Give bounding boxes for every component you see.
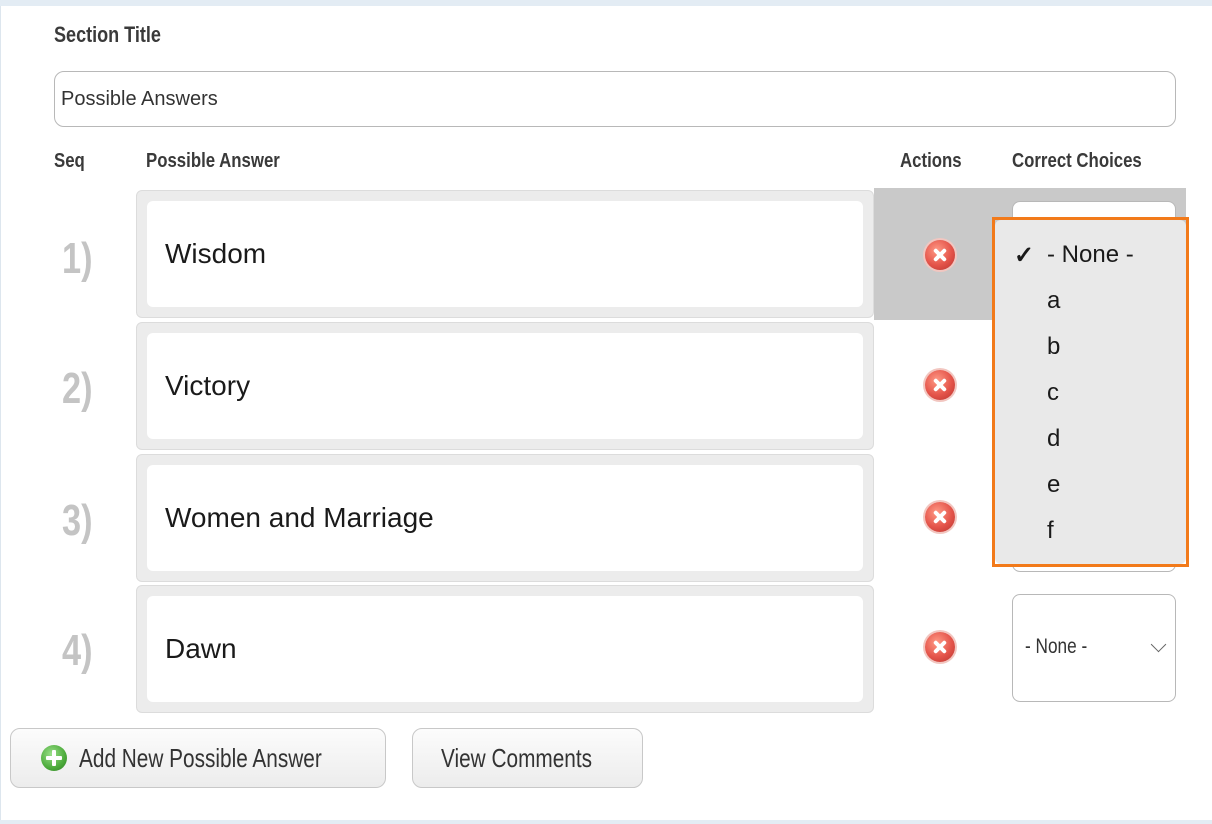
seq-number: 3) xyxy=(62,496,93,545)
seq-number: 2) xyxy=(62,364,93,413)
dropdown-highlight-box xyxy=(992,217,1189,567)
section-title-label: Section Title xyxy=(54,22,161,47)
header-possible-answer: Possible Answer xyxy=(146,150,280,172)
seq-number: 4) xyxy=(62,626,93,675)
answer-input[interactable] xyxy=(147,465,863,571)
answer-field-wrapper xyxy=(136,585,874,713)
answer-input[interactable] xyxy=(147,333,863,439)
answer-input[interactable] xyxy=(147,201,863,307)
answer-field-wrapper xyxy=(136,190,874,318)
view-comments-label: View Comments xyxy=(441,743,593,773)
correct-choice-select[interactable]: - None - xyxy=(1012,594,1176,702)
header-seq: Seq xyxy=(54,150,85,172)
delete-icon[interactable] xyxy=(925,370,955,400)
plus-icon xyxy=(41,745,67,771)
delete-icon[interactable] xyxy=(925,240,955,270)
add-new-possible-answer-button[interactable]: Add New Possible Answer xyxy=(10,728,386,788)
delete-icon[interactable] xyxy=(925,502,955,532)
header-actions: Actions xyxy=(900,150,962,172)
answer-input[interactable] xyxy=(147,596,863,702)
left-edge xyxy=(0,6,1,820)
view-comments-button[interactable]: View Comments xyxy=(412,728,643,788)
add-answer-label: Add New Possible Answer xyxy=(79,743,322,773)
answer-field-wrapper xyxy=(136,454,874,582)
select-value: - None - xyxy=(1025,635,1088,658)
header-correct-choices: Correct Choices xyxy=(1012,150,1142,172)
seq-number: 1) xyxy=(62,234,93,283)
answer-field-wrapper xyxy=(136,322,874,450)
delete-icon[interactable] xyxy=(925,632,955,662)
bottom-band xyxy=(0,820,1212,824)
section-title-input[interactable] xyxy=(54,71,1176,127)
top-band xyxy=(0,0,1212,6)
chevron-down-icon xyxy=(1150,636,1167,653)
